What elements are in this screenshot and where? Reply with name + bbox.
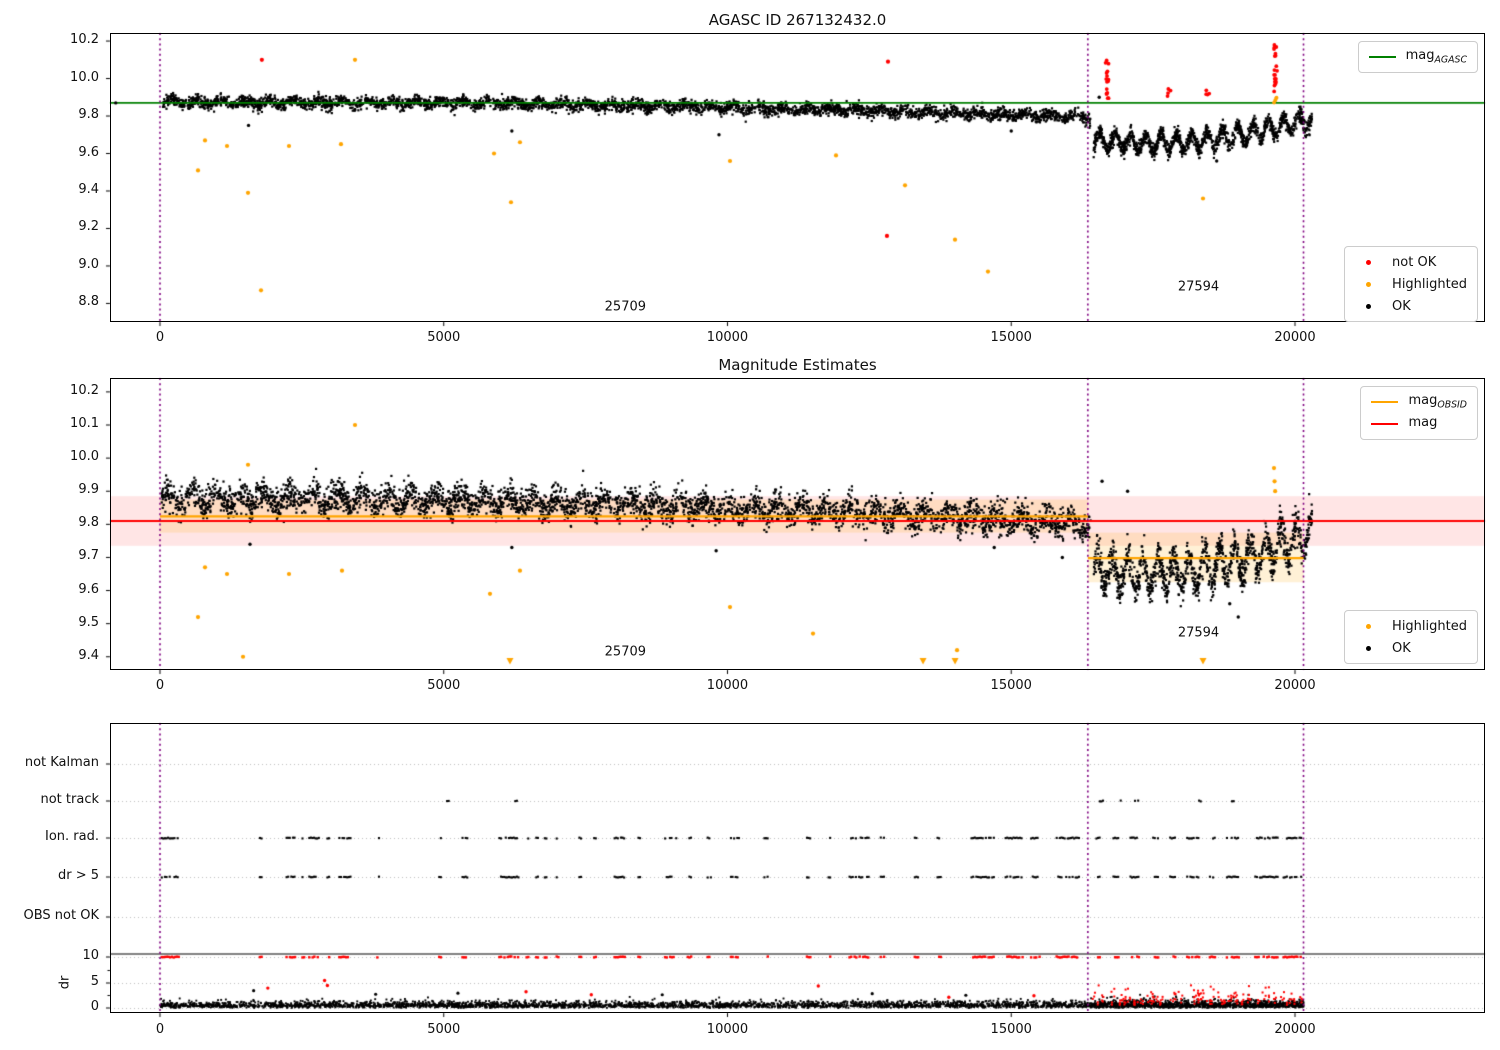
legend-entry-ok: OK xyxy=(1355,295,1467,317)
legend-label-mag: mag xyxy=(1408,415,1438,431)
magnitude-estimates-title: Magnitude Estimates xyxy=(718,356,877,374)
dr-tick-label: 0 xyxy=(90,999,99,1014)
legend-label-ok-mid: OK xyxy=(1392,640,1411,656)
x-tick-label-plot3: 10000 xyxy=(706,1022,749,1037)
y-tick-label-plot1: 10.0 xyxy=(70,69,99,85)
mag-obsid-line-swatch xyxy=(1371,401,1399,403)
x-tick-label-plot2: 0 xyxy=(155,678,165,693)
legend-mag-agasc: magAGASC xyxy=(1357,41,1478,73)
not-ok-dot-swatch xyxy=(1366,259,1372,265)
legend-label-highlighted-mid: Highlighted xyxy=(1392,618,1467,634)
figure: AGASC ID 267132432.0 Magnitude Estimates… xyxy=(0,0,1500,1050)
x-tick-label-plot2: 20000 xyxy=(1274,678,1316,693)
category-label: not Kalman xyxy=(24,755,99,770)
legend-label-mag-agasc: magAGASC xyxy=(1405,48,1467,66)
x-tick-label-plot2: 5000 xyxy=(427,678,461,693)
legend-label-mag-obsid: magOBSID xyxy=(1408,393,1467,411)
x-tick-label-plot1: 15000 xyxy=(990,330,1032,345)
category-label: not track xyxy=(40,792,99,807)
y-tick-label-plot2: 9.5 xyxy=(78,614,99,630)
y-tick-label-plot2: 10.2 xyxy=(70,382,99,398)
dr-tick-label: 5 xyxy=(90,974,99,989)
y-tick-label-plot2: 9.9 xyxy=(78,482,99,498)
legend-label-highlighted: Highlighted xyxy=(1392,276,1467,292)
obsid-label: 27594 xyxy=(1177,279,1220,295)
category-label: OBS not OK xyxy=(23,908,100,923)
legend-mag-lines: magOBSID mag xyxy=(1360,386,1478,440)
x-tick-label-plot3: 20000 xyxy=(1274,1022,1316,1037)
y-tick-label-plot2: 9.8 xyxy=(78,515,99,531)
legend-point-classes-middle: Highlighted OK xyxy=(1344,610,1478,664)
obsid-label: 27594 xyxy=(1177,625,1220,641)
plot-canvas xyxy=(0,0,1500,1050)
obsid-label: 25709 xyxy=(604,644,647,660)
legend-label-not-ok: not OK xyxy=(1392,254,1437,270)
x-tick-label-plot1: 0 xyxy=(155,330,165,345)
legend-point-classes-top: not OK Highlighted OK xyxy=(1344,246,1478,322)
highlighted-dot-swatch xyxy=(1366,623,1372,629)
y-tick-label-plot2: 9.6 xyxy=(78,581,99,597)
ok-dot-swatch xyxy=(1366,303,1372,309)
x-tick-label-plot3: 5000 xyxy=(427,1022,461,1037)
y-tick-label-plot1: 9.8 xyxy=(78,107,99,123)
y-tick-label-plot2: 9.4 xyxy=(78,647,99,663)
legend-entry-mag: mag xyxy=(1371,413,1467,435)
legend-entry-ok-mid: OK xyxy=(1355,637,1467,659)
category-label: Ion. rad. xyxy=(45,829,99,844)
legend-entry-not-ok: not OK xyxy=(1355,251,1467,273)
y-tick-label-plot1: 9.6 xyxy=(78,144,99,160)
dr-tick-label: 10 xyxy=(82,948,99,963)
x-tick-label-plot3: 0 xyxy=(155,1022,165,1037)
x-tick-label-plot2: 15000 xyxy=(990,678,1032,693)
y-tick-label-plot2: 9.7 xyxy=(78,548,99,564)
y-tick-label-plot2: 10.0 xyxy=(70,449,99,465)
figure-title: AGASC ID 267132432.0 xyxy=(708,11,887,29)
x-tick-label-plot1: 10000 xyxy=(706,330,749,345)
mag-line-swatch xyxy=(1371,423,1399,425)
y-tick-label-plot1: 10.2 xyxy=(70,32,99,48)
y-tick-label-plot1: 8.8 xyxy=(78,294,99,310)
x-tick-label-plot1: 20000 xyxy=(1274,330,1316,345)
legend-entry-mag-obsid: magOBSID xyxy=(1371,391,1467,413)
mag-agasc-line-swatch xyxy=(1368,56,1396,58)
legend-entry-mag-agasc: magAGASC xyxy=(1368,46,1467,68)
y-tick-label-plot1: 9.2 xyxy=(78,219,99,235)
legend-entry-highlighted-mid: Highlighted xyxy=(1355,615,1467,637)
legend-label-ok: OK xyxy=(1392,298,1411,314)
obsid-label: 25709 xyxy=(604,299,647,315)
category-label: dr > 5 xyxy=(57,868,99,883)
x-tick-label-plot1: 5000 xyxy=(427,330,461,345)
x-tick-label-plot2: 10000 xyxy=(706,678,749,693)
dr-axis-label: dr xyxy=(57,975,73,990)
ok-dot-swatch xyxy=(1366,645,1372,651)
x-tick-label-plot3: 15000 xyxy=(990,1022,1032,1037)
y-tick-label-plot1: 9.0 xyxy=(78,256,99,272)
y-tick-label-plot1: 9.4 xyxy=(78,181,99,197)
y-tick-label-plot2: 10.1 xyxy=(70,416,99,431)
legend-entry-highlighted: Highlighted xyxy=(1355,273,1467,295)
highlighted-dot-swatch xyxy=(1366,281,1372,287)
